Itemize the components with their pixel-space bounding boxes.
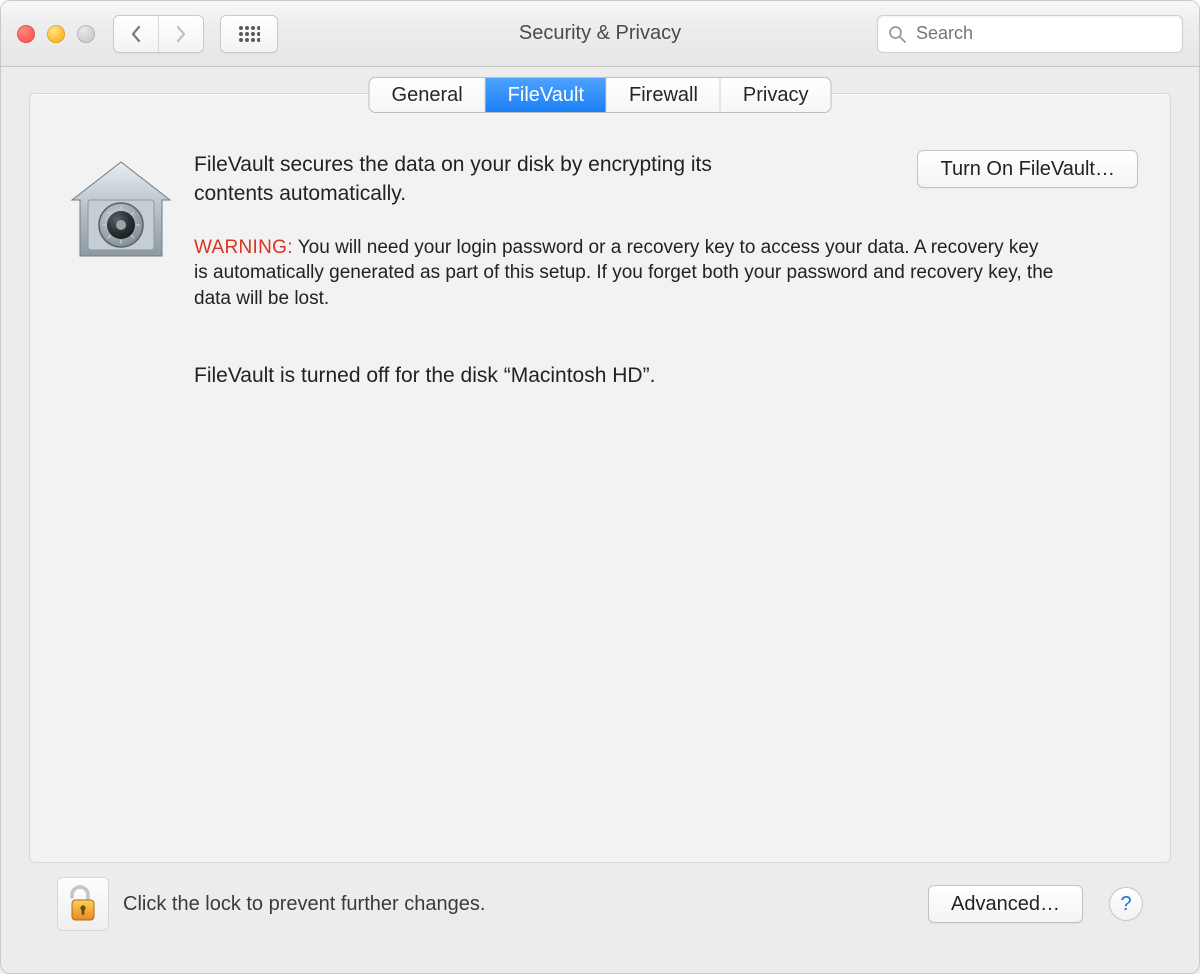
- chevron-right-icon: [174, 25, 188, 43]
- help-icon: ?: [1120, 893, 1131, 916]
- window-controls: [17, 25, 95, 43]
- lock-button[interactable]: [57, 877, 109, 931]
- close-window-button[interactable]: [17, 25, 35, 43]
- show-all-prefs-button[interactable]: [220, 15, 278, 53]
- search-field-wrap[interactable]: [877, 15, 1183, 53]
- tab-label: General: [392, 84, 463, 107]
- nav-history-group: [113, 15, 204, 53]
- grid-icon: [238, 25, 260, 43]
- unlocked-lock-icon: [66, 884, 100, 924]
- search-input[interactable]: [914, 22, 1172, 45]
- button-label: Turn On FileVault…: [940, 158, 1115, 181]
- filevault-status: FileVault is turned off for the disk “Ma…: [194, 364, 1138, 388]
- filevault-headline: FileVault secures the data on your disk …: [194, 150, 754, 209]
- search-icon: [888, 25, 906, 43]
- lock-hint-text: Click the lock to prevent further change…: [123, 893, 485, 916]
- content-panel: FileVault secures the data on your disk …: [29, 93, 1171, 863]
- tab-firewall[interactable]: Firewall: [606, 78, 720, 112]
- preferences-window: Security & Privacy General FileVault Fir…: [0, 0, 1200, 974]
- tab-label: FileVault: [508, 84, 584, 107]
- forward-button[interactable]: [158, 16, 203, 52]
- button-label: Advanced…: [951, 893, 1060, 916]
- tab-general[interactable]: General: [370, 78, 485, 112]
- turn-on-filevault-button[interactable]: Turn On FileVault…: [917, 150, 1138, 188]
- filevault-icon: [62, 150, 180, 388]
- minimize-window-button[interactable]: [47, 25, 65, 43]
- help-button[interactable]: ?: [1109, 887, 1143, 921]
- tab-privacy[interactable]: Privacy: [720, 78, 831, 112]
- tab-filevault[interactable]: FileVault: [485, 78, 606, 112]
- filevault-warning: WARNING: You will need your login passwo…: [194, 235, 1054, 312]
- back-button[interactable]: [114, 16, 158, 52]
- warning-text: You will need your login password or a r…: [194, 237, 1053, 309]
- warning-label: WARNING:: [194, 237, 293, 258]
- house-safe-icon: [66, 156, 176, 266]
- tab-label: Privacy: [743, 84, 809, 107]
- filevault-texts: FileVault secures the data on your disk …: [194, 150, 1138, 388]
- body-area: General FileVault Firewall Privacy: [1, 67, 1199, 973]
- zoom-window-button[interactable]: [77, 25, 95, 43]
- advanced-button[interactable]: Advanced…: [928, 885, 1083, 923]
- chevron-left-icon: [129, 25, 143, 43]
- titlebar: Security & Privacy: [1, 1, 1199, 67]
- tabs: General FileVault Firewall Privacy: [369, 77, 832, 113]
- footer: Click the lock to prevent further change…: [29, 863, 1171, 955]
- tab-label: Firewall: [629, 84, 698, 107]
